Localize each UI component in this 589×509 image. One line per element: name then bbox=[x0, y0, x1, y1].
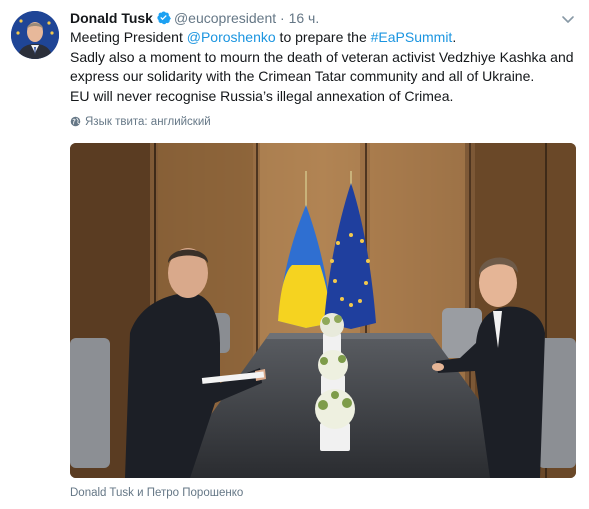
separator-dot: · bbox=[280, 10, 285, 26]
avatar[interactable] bbox=[11, 11, 59, 59]
tweet-text-line: express our solidarity with the Crimean … bbox=[70, 68, 535, 84]
text-segment: Meeting President bbox=[70, 29, 187, 45]
hashtag-link[interactable]: #EaPSummit bbox=[371, 29, 453, 45]
tweet-language: Язык твита: английский bbox=[70, 114, 211, 130]
tweet-text-line: EU will never recognise Russia’s illegal… bbox=[70, 87, 454, 104]
author-handle[interactable]: @eucopresident bbox=[174, 10, 276, 26]
tweet-text-line: Sadly also a moment to mourn the death o… bbox=[70, 48, 574, 65]
mention-link[interactable]: @Poroshenko bbox=[187, 29, 276, 45]
photo-caption[interactable]: Donald Tusk и Петро Порошенко bbox=[70, 486, 243, 501]
tweet-timestamp[interactable]: 16 ч. bbox=[289, 10, 320, 26]
text-segment: . bbox=[452, 29, 457, 45]
author-name[interactable]: Donald Tusk bbox=[70, 10, 153, 26]
avatar-image bbox=[11, 11, 59, 59]
text-segment: to prepare the bbox=[275, 29, 371, 45]
tweet-text-line: Meeting President @Poroshenko to prepare… bbox=[70, 28, 582, 48]
verified-badge-icon bbox=[156, 10, 171, 25]
chevron-down-icon[interactable] bbox=[560, 11, 576, 27]
tweet-photo[interactable] bbox=[70, 143, 576, 478]
tweet-header: Donald Tusk @eucopresident · 16 ч. bbox=[70, 9, 577, 29]
meeting-photo bbox=[70, 143, 576, 478]
tweet-text: Meeting President @Poroshenko to prepare… bbox=[70, 28, 582, 106]
globe-icon bbox=[70, 116, 81, 127]
language-label: Язык твита: английский bbox=[85, 116, 211, 128]
